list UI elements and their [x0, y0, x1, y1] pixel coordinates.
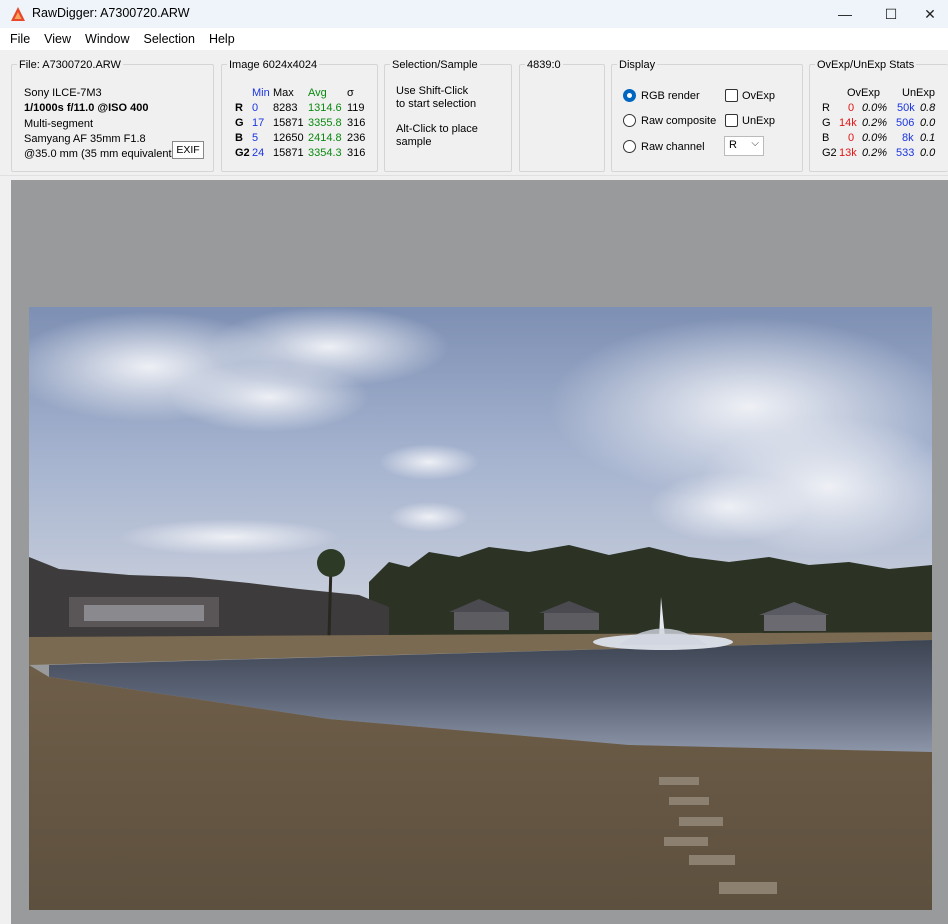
lens-model: Samyang AF 35mm F1.8 [24, 133, 146, 145]
ovexp-label[interactable]: OvExp [742, 90, 775, 102]
exif-button[interactable]: EXIF [172, 141, 204, 159]
row-g2-max: 15871 [273, 147, 304, 159]
rgb-render-radio[interactable] [623, 89, 636, 102]
max-header: Max [273, 87, 294, 99]
info-panel-bar: File: A7300720.ARW Sony ILCE-7M3 1/1000s… [0, 50, 948, 176]
ovexp-header: OvExp [847, 87, 881, 99]
raw-preview-image[interactable] [29, 307, 932, 910]
selection-hint-2: to start selection [396, 98, 477, 110]
file-group-label: File: A7300720.ARW [17, 59, 123, 71]
stats-r-un: 50k [897, 102, 915, 114]
row-r-sigma: 119 [347, 102, 365, 114]
stats-r-channel: R [822, 102, 830, 114]
exposure-stats-group: OvExp UnExp R 0 0.0% 50k 0.8 G 14k 0.2% … [809, 64, 948, 172]
close-icon: ✕ [924, 5, 936, 22]
raw-channel-value: R [729, 139, 737, 151]
exposure-settings: 1/1000s f/11.0 @ISO 400 [24, 102, 149, 114]
camera-model: Sony ILCE-7M3 [24, 87, 102, 99]
metering-mode: Multi-segment [24, 118, 94, 130]
cursor-coordinates: 4839:0 [525, 59, 563, 71]
image-group-label: Image 6024x4024 [227, 59, 320, 71]
unexp-label[interactable]: UnExp [742, 115, 775, 127]
stats-r-ov-pct: 0.0% [862, 102, 888, 114]
menu-help[interactable]: Help [203, 32, 241, 46]
sigma-header: σ [347, 87, 354, 99]
window-title: RawDigger: A7300720.ARW [32, 6, 190, 20]
row-b-min: 5 [252, 132, 259, 144]
stats-g2-channel: G2 [822, 147, 837, 159]
exposure-stats-label: OvExp/UnExp Stats [815, 59, 917, 71]
maximize-button[interactable]: ☐ [868, 0, 914, 28]
stats-g-channel: G [822, 117, 831, 129]
stats-g-un: 506 [896, 117, 915, 129]
row-g2-avg: 3354.3 [308, 147, 342, 159]
raw-composite-label[interactable]: Raw composite [641, 115, 716, 127]
display-group-label: Display [617, 59, 658, 71]
close-button[interactable]: ✕ [912, 0, 948, 28]
menu-window[interactable]: Window [79, 32, 135, 46]
menu-view[interactable]: View [38, 32, 77, 46]
row-b-avg: 2414.8 [308, 132, 342, 144]
stats-g2-ov: 13k [839, 147, 857, 159]
coordinates-group [519, 64, 605, 172]
row-g2-channel: G2 [235, 147, 250, 159]
row-b-sigma: 236 [347, 132, 366, 144]
minimize-icon: — [838, 6, 852, 22]
rawdigger-logo-icon [11, 7, 25, 21]
row-r-channel: R [235, 102, 243, 114]
stats-r-ov: 0 [848, 102, 855, 114]
stats-g2-un: 533 [896, 147, 915, 159]
sample-hint-2: sample [396, 136, 432, 148]
title-bar: RawDigger: A7300720.ARW — ☐ ✕ [0, 0, 948, 28]
menu-file[interactable]: File [4, 32, 36, 46]
row-g-sigma: 316 [347, 117, 366, 129]
row-g-min: 17 [252, 117, 265, 129]
row-b-max: 12650 [273, 132, 304, 144]
raw-channel-label[interactable]: Raw channel [641, 141, 705, 153]
row-b-channel: B [235, 132, 243, 144]
ovexp-checkbox[interactable] [725, 89, 738, 102]
row-g-max: 15871 [273, 117, 304, 129]
unexp-header: UnExp [902, 87, 936, 99]
stats-b-un: 8k [902, 132, 914, 144]
stats-r-un-pct: 0.8 [920, 102, 936, 114]
stats-g2-ov-pct: 0.2% [862, 147, 888, 159]
row-g-channel: G [235, 117, 244, 129]
row-r-min: 0 [252, 102, 259, 114]
avg-header: Avg [308, 87, 327, 99]
selection-hint-1: Use Shift-Click [396, 85, 469, 97]
stats-g2-un-pct: 0.0 [920, 147, 936, 159]
row-g2-sigma: 316 [347, 147, 366, 159]
stats-b-ov-pct: 0.0% [862, 132, 888, 144]
row-r-max: 8283 [273, 102, 298, 114]
maximize-icon: ☐ [884, 5, 898, 22]
unexp-checkbox[interactable] [725, 114, 738, 127]
row-g-avg: 3355.8 [308, 117, 342, 129]
selection-group-label: Selection/Sample [390, 59, 480, 71]
stats-g-ov-pct: 0.2% [862, 117, 888, 129]
row-r-avg: 1314.6 [308, 102, 342, 114]
menu-bar: File View Window Selection Help [0, 28, 948, 50]
rgb-render-label[interactable]: RGB render [641, 90, 700, 102]
menu-selection[interactable]: Selection [138, 32, 201, 46]
stats-b-ov: 0 [848, 132, 855, 144]
stats-b-un-pct: 0.1 [920, 132, 936, 144]
image-viewport[interactable] [11, 180, 948, 924]
selection-sample-group: Use Shift-Click to start selection Alt-C… [384, 64, 512, 172]
display-group: RGB render Raw composite Raw channel OvE… [611, 64, 803, 172]
left-edge [0, 176, 11, 924]
sample-hint-1: Alt-Click to place [396, 123, 478, 135]
minimize-button[interactable]: — [822, 0, 868, 28]
row-g2-min: 24 [252, 147, 265, 159]
stats-g-ov: 14k [839, 117, 857, 129]
raw-channel-radio[interactable] [623, 140, 636, 153]
raw-channel-select[interactable]: R ⌵ [724, 136, 764, 156]
min-header: Min [252, 87, 270, 99]
chevron-down-icon: ⌵ [751, 138, 759, 149]
focal-length: @35.0 mm (35 mm equivalent: [24, 148, 175, 160]
image-stats-group: Min Max Avg σ R 0 8283 1314.6 119 G 17 1… [221, 64, 378, 172]
raw-composite-radio[interactable] [623, 114, 636, 127]
stats-g-un-pct: 0.0 [920, 117, 936, 129]
stats-b-channel: B [822, 132, 830, 144]
